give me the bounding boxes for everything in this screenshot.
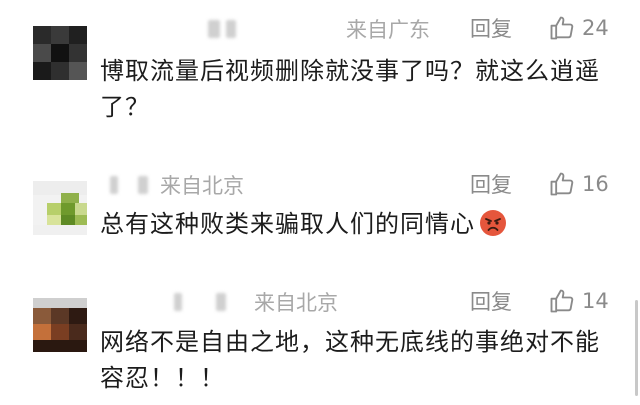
redacted-username (216, 293, 226, 311)
redacted-username (138, 176, 148, 194)
comment-meta: 来自北京 (100, 287, 338, 317)
comment-text-content: 总有这种败类来骗取人们的同情心 (100, 210, 475, 238)
redacted-username (226, 20, 236, 38)
comment-item: 来自北京 回复 14 网络不是自由之地，这种无底线的事绝对不能容忍！！！ (0, 285, 640, 405)
like-button[interactable]: 14 (548, 286, 609, 316)
location-label: 来自北京 (160, 174, 244, 198)
comment-meta: 来自广东 (100, 14, 430, 44)
redacted-username (110, 176, 118, 194)
avatar[interactable] (33, 298, 87, 352)
reply-button[interactable]: 回复 (470, 170, 512, 200)
comment-text: 博取流量后视频删除就没事了吗？就这么逍遥了？ (100, 57, 600, 121)
thumbs-up-icon (550, 289, 574, 313)
like-button[interactable]: 16 (548, 169, 609, 199)
comment-text: 总有这种败类来骗取人们的同情心 (100, 206, 600, 242)
like-count: 24 (582, 16, 609, 40)
angry-face-emoji (480, 210, 506, 236)
reply-button[interactable]: 回复 (470, 14, 512, 44)
like-count: 16 (582, 172, 609, 196)
scrollbar[interactable] (635, 300, 638, 396)
avatar[interactable] (33, 26, 87, 80)
reply-button[interactable]: 回复 (470, 287, 512, 317)
redacted-username (174, 293, 182, 311)
comment-text: 网络不是自由之地，这种无底线的事绝对不能容忍！！！ (100, 328, 600, 392)
comment-item: 来自北京 回复 16 总有这种败类来骗取人们的同情心 (0, 165, 640, 280)
location-label: 来自北京 (254, 291, 338, 315)
comment-meta: 来自北京 (100, 170, 244, 200)
thumbs-up-icon (550, 172, 574, 196)
like-count: 14 (582, 289, 609, 313)
avatar[interactable] (33, 181, 87, 235)
thumbs-up-icon (550, 16, 574, 40)
like-button[interactable]: 24 (548, 13, 609, 43)
redacted-username (208, 20, 220, 38)
comment-item: 来自广东 回复 24 博取流量后视频删除就没事了吗？就这么逍遥了？ (0, 0, 640, 130)
location-label: 来自广东 (346, 18, 430, 42)
